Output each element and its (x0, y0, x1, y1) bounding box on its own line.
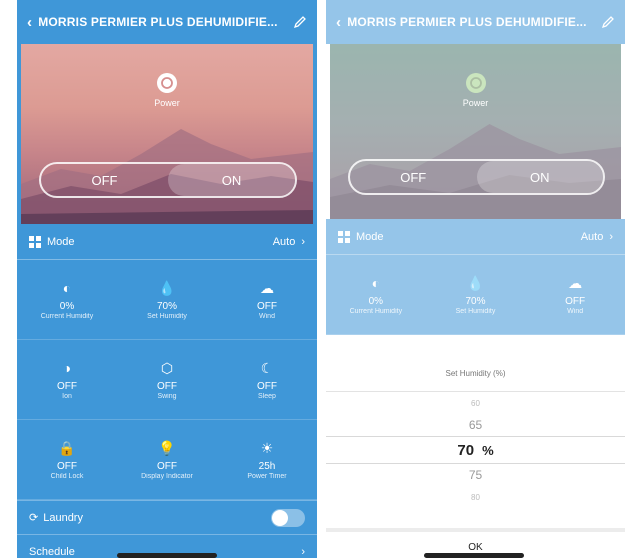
chevron-right-icon: › (301, 545, 305, 558)
home-indicator (117, 553, 217, 558)
hero-banner: Power OFF ON (21, 44, 313, 224)
tile-child-lock[interactable]: 🔒 OFF Child Lock (17, 420, 117, 500)
picker-option[interactable]: 65 (326, 414, 625, 436)
hero-banner: Power OFF ON (330, 44, 621, 219)
toggle-on[interactable]: ON (168, 164, 295, 196)
laundry-label: Laundry (43, 511, 83, 524)
function-tiles: ◐ 0% Current Humidity 💧 70% Set Humidity ☁ OF… (326, 255, 625, 335)
bulb-icon: 💡 (158, 439, 176, 456)
laundry-icon: ⟳ (29, 512, 39, 524)
tile-display-indicator[interactable]: 💡 OFF Display Indicator (117, 420, 217, 500)
child-lock-icon: 🔒 (58, 439, 76, 456)
swing-icon: ⬡ (160, 359, 174, 376)
mode-value: Auto (272, 235, 296, 248)
chevron-right-icon: › (609, 230, 613, 243)
top-bar: ‹ MORRIS PERMIER PLUS DEHUMIDIFIE... (17, 0, 317, 44)
tile-wind[interactable]: ☁ OFF Wind (217, 260, 317, 340)
back-chevron-icon: ‹ (336, 13, 342, 31)
power-icon[interactable] (156, 72, 178, 94)
picker-title: Set Humidity (%) (326, 356, 625, 392)
power-label: Power (154, 98, 180, 108)
ion-icon: ◑ (62, 359, 72, 376)
speed-icon: ☁ (260, 279, 274, 296)
mode-label: Mode (47, 235, 75, 248)
laundry-row: ⟳ Laundry (17, 500, 317, 534)
top-bar: ‹ MORRIS PERMIER PLUS DEHUMIDIFIE... (326, 0, 625, 44)
tile-power-timer[interactable]: ☀ 25h Power Timer (217, 420, 317, 500)
edit-pencil-icon[interactable] (293, 15, 307, 29)
dimmed-background: ‹ MORRIS PERMIER PLUS DEHUMIDIFIE... Pow… (326, 0, 625, 335)
power-toggle: OFF ON (348, 159, 605, 195)
humidity-picker-screen: ‹ MORRIS PERMIER PLUS DEHUMIDIFIE... Pow… (326, 0, 625, 558)
picker-option[interactable]: 80 (326, 486, 625, 508)
device-title: MORRIS PERMIER PLUS DEHUMIDIFIE... (347, 15, 587, 29)
home-indicator (424, 553, 524, 558)
picker-selected-option[interactable]: 70% (326, 436, 625, 464)
device-title: MORRIS PERMIER PLUS DEHUMIDIFIE... (38, 15, 278, 29)
sleep-icon: ☾ (260, 359, 274, 376)
tile-current-humidity[interactable]: ◐ 0% Current Humidity (17, 260, 117, 340)
back-chevron-icon[interactable]: ‹ (27, 14, 32, 31)
power-label: Power (462, 98, 489, 108)
chevron-right-icon: › (301, 235, 305, 248)
tile-ion[interactable]: ◑ OFF Ion (17, 340, 117, 420)
mode-row: Mode Auto › (326, 219, 625, 255)
toggle-off[interactable]: OFF (41, 164, 168, 196)
current-humidity-icon: ◐ (62, 279, 72, 296)
set-humidity-icon: 💧 (158, 279, 176, 296)
set-humidity-icon: 💧 (466, 274, 485, 291)
speed-icon: ☁ (568, 274, 583, 291)
mode-grid-icon (338, 230, 350, 243)
tile-swing[interactable]: ⬡ OFF Swing (117, 340, 217, 420)
humidity-wheel[interactable]: 60 65 70% 75 80 (326, 392, 625, 532)
picker-option[interactable]: 75 (326, 464, 625, 486)
power-icon (465, 73, 486, 93)
edit-pencil-icon (601, 16, 614, 29)
laundry-switch[interactable] (271, 508, 305, 527)
sheet-divider (326, 528, 625, 532)
current-humidity-icon: ◐ (371, 274, 381, 291)
tile-sleep[interactable]: ☾ OFF Sleep (217, 340, 317, 420)
mode-grid-icon (29, 235, 41, 248)
power-toggle[interactable]: OFF ON (39, 162, 297, 198)
device-screen: ‹ MORRIS PERMIER PLUS DEHUMIDIFIE... Pow… (17, 0, 317, 558)
mode-row[interactable]: Mode Auto › (17, 224, 317, 260)
function-tiles: ◐ 0% Current Humidity 💧 70% Set Humidity ☁ OF… (17, 260, 317, 500)
picker-option[interactable]: 60 (326, 392, 625, 414)
timer-icon: ☀ (260, 439, 274, 456)
tile-set-humidity[interactable]: 💧 70% Set Humidity (117, 260, 217, 340)
humidity-picker-sheet: Set Humidity (%) 60 65 70% 75 80 OK (326, 356, 625, 558)
